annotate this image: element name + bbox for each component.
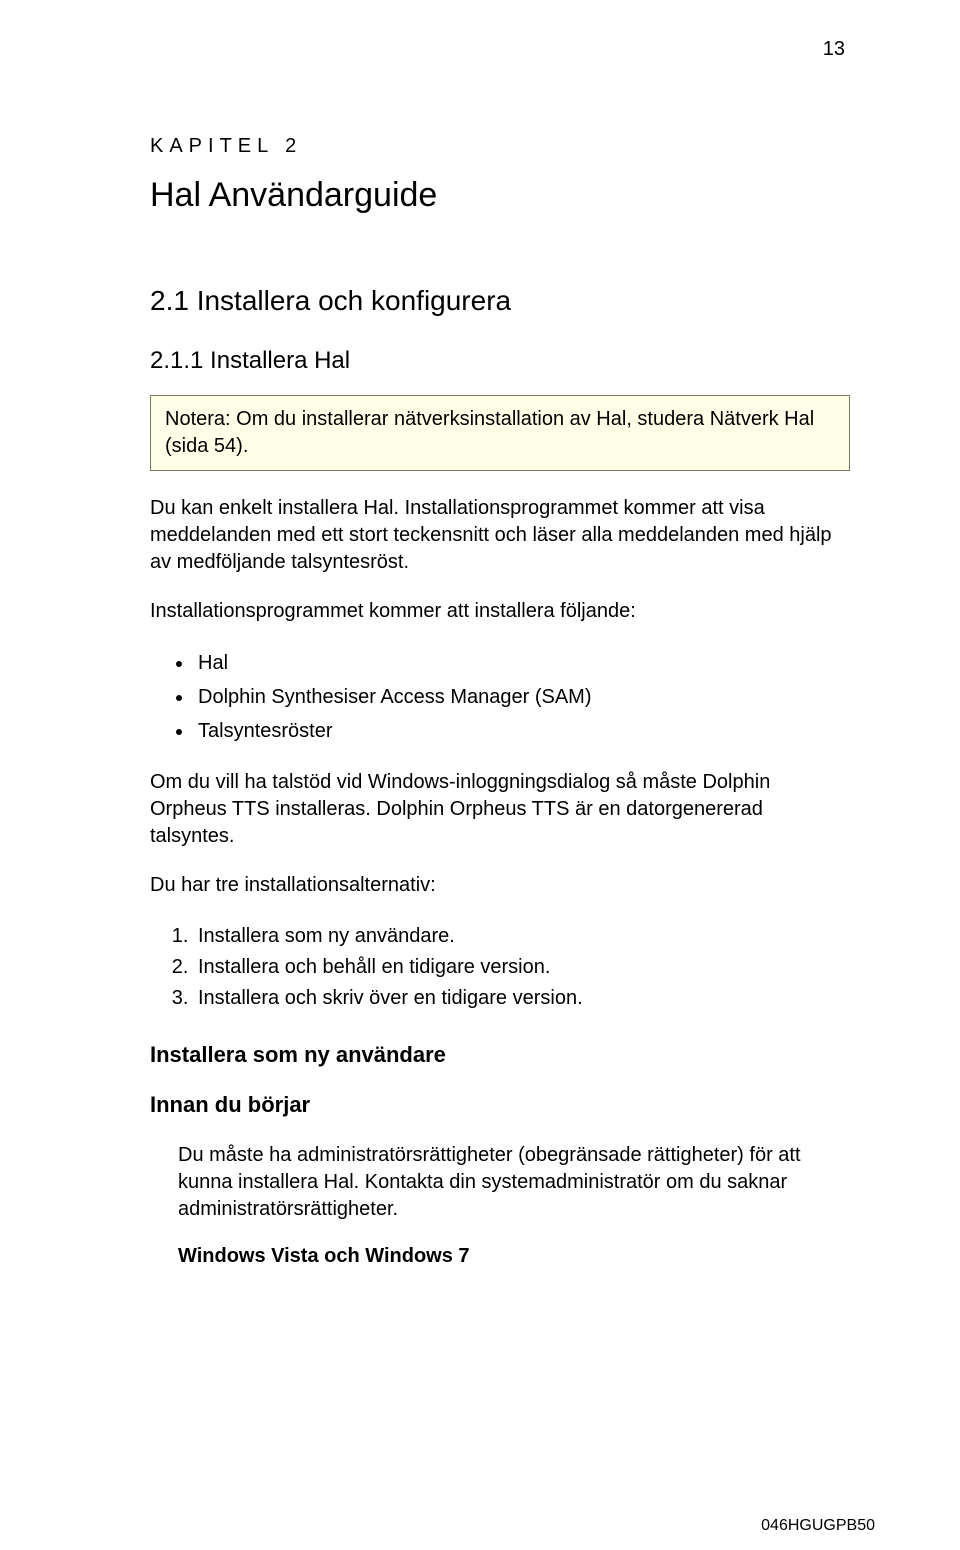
subsection-heading: 2.1.1 Installera Hal [150, 347, 850, 375]
paragraph: Om du vill ha talstöd vid Windows-inlogg… [150, 769, 850, 850]
paragraph: Installationsprogrammet kommer att insta… [150, 598, 850, 625]
page: 13 KAPITEL 2 Hal Användarguide 2.1 Insta… [0, 0, 960, 1550]
list-item: Hal [194, 647, 850, 679]
list-item: Installera som ny användare. [194, 921, 850, 952]
list-item: Talsyntesröster [194, 715, 850, 747]
list-item: Installera och behåll en tidigare versio… [194, 952, 850, 983]
list-item: Dolphin Synthesiser Access Manager (SAM) [194, 681, 850, 713]
section-heading: 2.1 Installera och konfigurera [150, 285, 850, 317]
list-item: Installera och skriv över en tidigare ve… [194, 983, 850, 1014]
note-box: Notera: Om du installerar nätverksinstal… [150, 395, 850, 471]
paragraph: Du har tre installationsalternativ: [150, 872, 850, 899]
note-prefix: Notera: [165, 408, 231, 430]
subheading-before-start: Innan du börjar [150, 1092, 850, 1118]
numbered-list: Installera som ny användare. Installera … [150, 921, 850, 1014]
footer-code: 046HGUGPB50 [761, 1517, 875, 1535]
subheading-windows: Windows Vista och Windows 7 [150, 1245, 850, 1268]
note-text: Om du installerar nätverksinstallation a… [165, 408, 814, 457]
paragraph: Du kan enkelt installera Hal. Installati… [150, 495, 850, 576]
chapter-label: KAPITEL 2 [150, 135, 850, 158]
paragraph: Du måste ha administratörsrättigheter (o… [150, 1142, 850, 1223]
subheading-install-new: Installera som ny användare [150, 1042, 850, 1068]
page-number: 13 [823, 38, 845, 61]
chapter-title: Hal Användarguide [150, 176, 850, 215]
bullet-list: Hal Dolphin Synthesiser Access Manager (… [150, 647, 850, 747]
